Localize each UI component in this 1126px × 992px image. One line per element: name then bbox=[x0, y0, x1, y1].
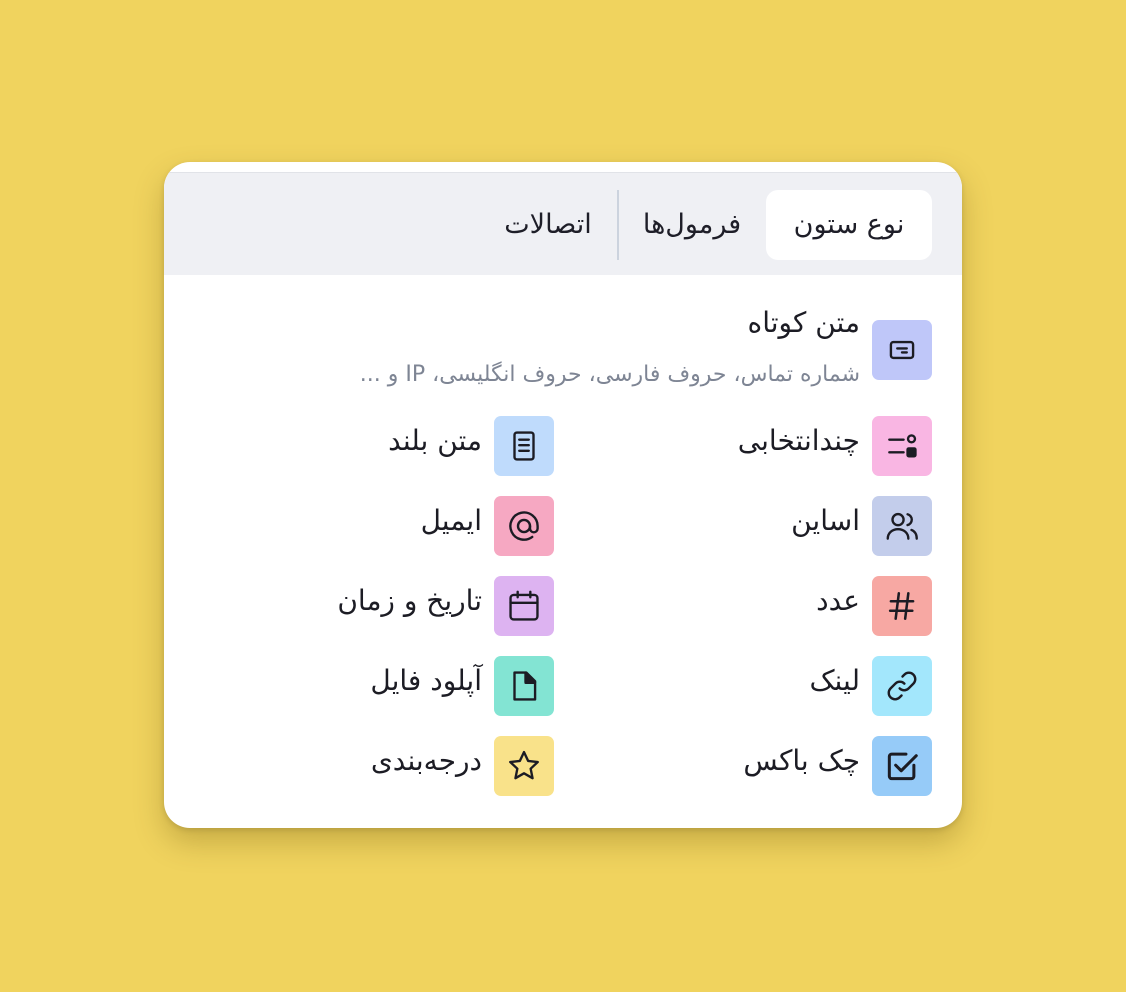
tab-formulas[interactable]: فرمول‌ها bbox=[627, 190, 757, 260]
tab-column-type[interactable]: نوع ستون bbox=[766, 190, 932, 260]
short-text-description: شماره تماس، حروف فارسی، حروف انگلیسی، IP… bbox=[359, 362, 860, 387]
long-text-icon[interactable] bbox=[494, 416, 554, 476]
column-type-popover: نوع ستون فرمول‌ها اتصالات متن کوتاه شمار… bbox=[164, 162, 962, 828]
rating-label[interactable]: درجه‌بندی bbox=[371, 744, 482, 777]
number-label[interactable]: عدد bbox=[816, 584, 860, 617]
short-text-icon[interactable] bbox=[872, 320, 932, 380]
tab-divider bbox=[617, 190, 619, 260]
file-icon[interactable] bbox=[494, 656, 554, 716]
file-upload-label[interactable]: آپلود فایل bbox=[370, 664, 482, 697]
assignee-label[interactable]: اساین bbox=[791, 504, 860, 537]
tab-bar: نوع ستون فرمول‌ها اتصالات bbox=[164, 172, 962, 275]
at-sign-icon[interactable] bbox=[494, 496, 554, 556]
users-icon[interactable] bbox=[872, 496, 932, 556]
short-text-label[interactable]: متن کوتاه bbox=[748, 306, 860, 339]
checkbox-icon[interactable] bbox=[872, 736, 932, 796]
long-text-label[interactable]: متن بلند bbox=[388, 424, 482, 457]
multi-select-label[interactable]: چندانتخابی bbox=[738, 424, 860, 457]
hash-icon[interactable] bbox=[872, 576, 932, 636]
tab-connections[interactable]: اتصالات bbox=[484, 190, 612, 260]
multi-select-icon[interactable] bbox=[872, 416, 932, 476]
email-label[interactable]: ایمیل bbox=[421, 504, 482, 537]
star-icon[interactable] bbox=[494, 736, 554, 796]
checkbox-label[interactable]: چک باکس bbox=[743, 744, 860, 777]
datetime-label[interactable]: تاریخ و زمان bbox=[337, 584, 482, 617]
link-label[interactable]: لینک bbox=[810, 664, 861, 697]
link-icon[interactable] bbox=[872, 656, 932, 716]
calendar-icon[interactable] bbox=[494, 576, 554, 636]
